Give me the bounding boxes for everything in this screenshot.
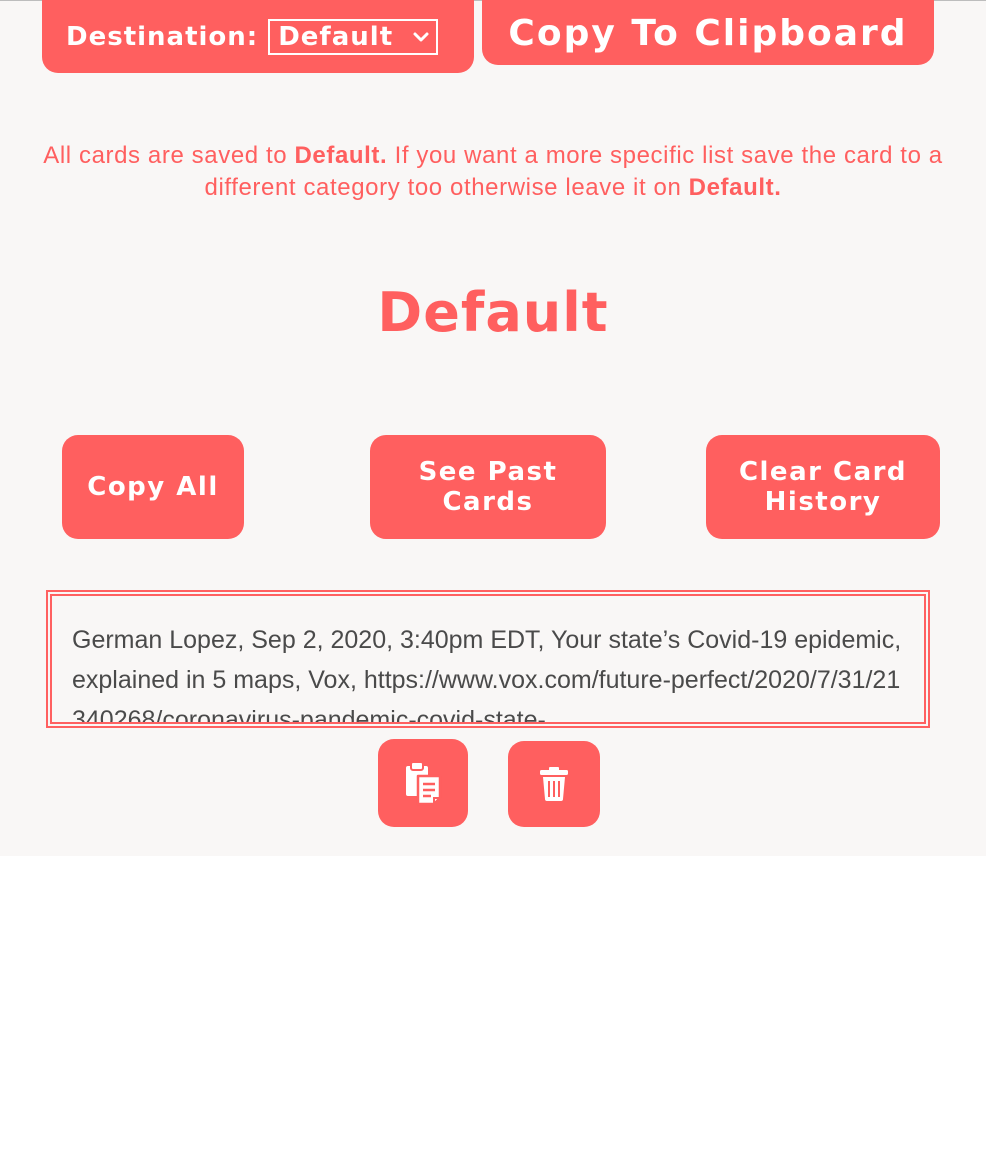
info-default-bold-1: Default. bbox=[294, 142, 388, 169]
info-text-1: All cards are saved to bbox=[43, 142, 295, 169]
card-content-box[interactable]: German Lopez, Sep 2, 2020, 3:40pm EDT, Y… bbox=[50, 594, 926, 724]
destination-selected-value: Default bbox=[278, 22, 394, 52]
card-delete-button[interactable] bbox=[508, 741, 600, 827]
card-copy-button[interactable] bbox=[378, 739, 468, 827]
card-text: German Lopez, Sep 2, 2020, 3:40pm EDT, Y… bbox=[72, 626, 902, 724]
info-message: All cards are saved to Default. If you w… bbox=[40, 140, 946, 204]
copy-all-button[interactable]: Copy All bbox=[62, 435, 244, 539]
destination-select[interactable]: Default bbox=[268, 19, 439, 55]
clear-card-history-button[interactable]: Clear Card History bbox=[706, 435, 940, 539]
clipboard-copy-icon bbox=[406, 761, 442, 806]
destination-control: Destination: Default bbox=[42, 0, 474, 73]
info-default-bold-2: Default. bbox=[688, 174, 782, 201]
section-title: Default bbox=[377, 281, 609, 344]
app-panel: Destination: Default Copy To Clipboard A… bbox=[0, 0, 986, 856]
copy-to-clipboard-button[interactable]: Copy To Clipboard bbox=[482, 0, 934, 65]
destination-label: Destination: bbox=[66, 22, 259, 52]
chevron-down-icon bbox=[413, 32, 429, 42]
card-item: German Lopez, Sep 2, 2020, 3:40pm EDT, Y… bbox=[46, 590, 930, 728]
trash-icon bbox=[540, 767, 568, 801]
see-past-cards-button[interactable]: See Past Cards bbox=[370, 435, 606, 539]
